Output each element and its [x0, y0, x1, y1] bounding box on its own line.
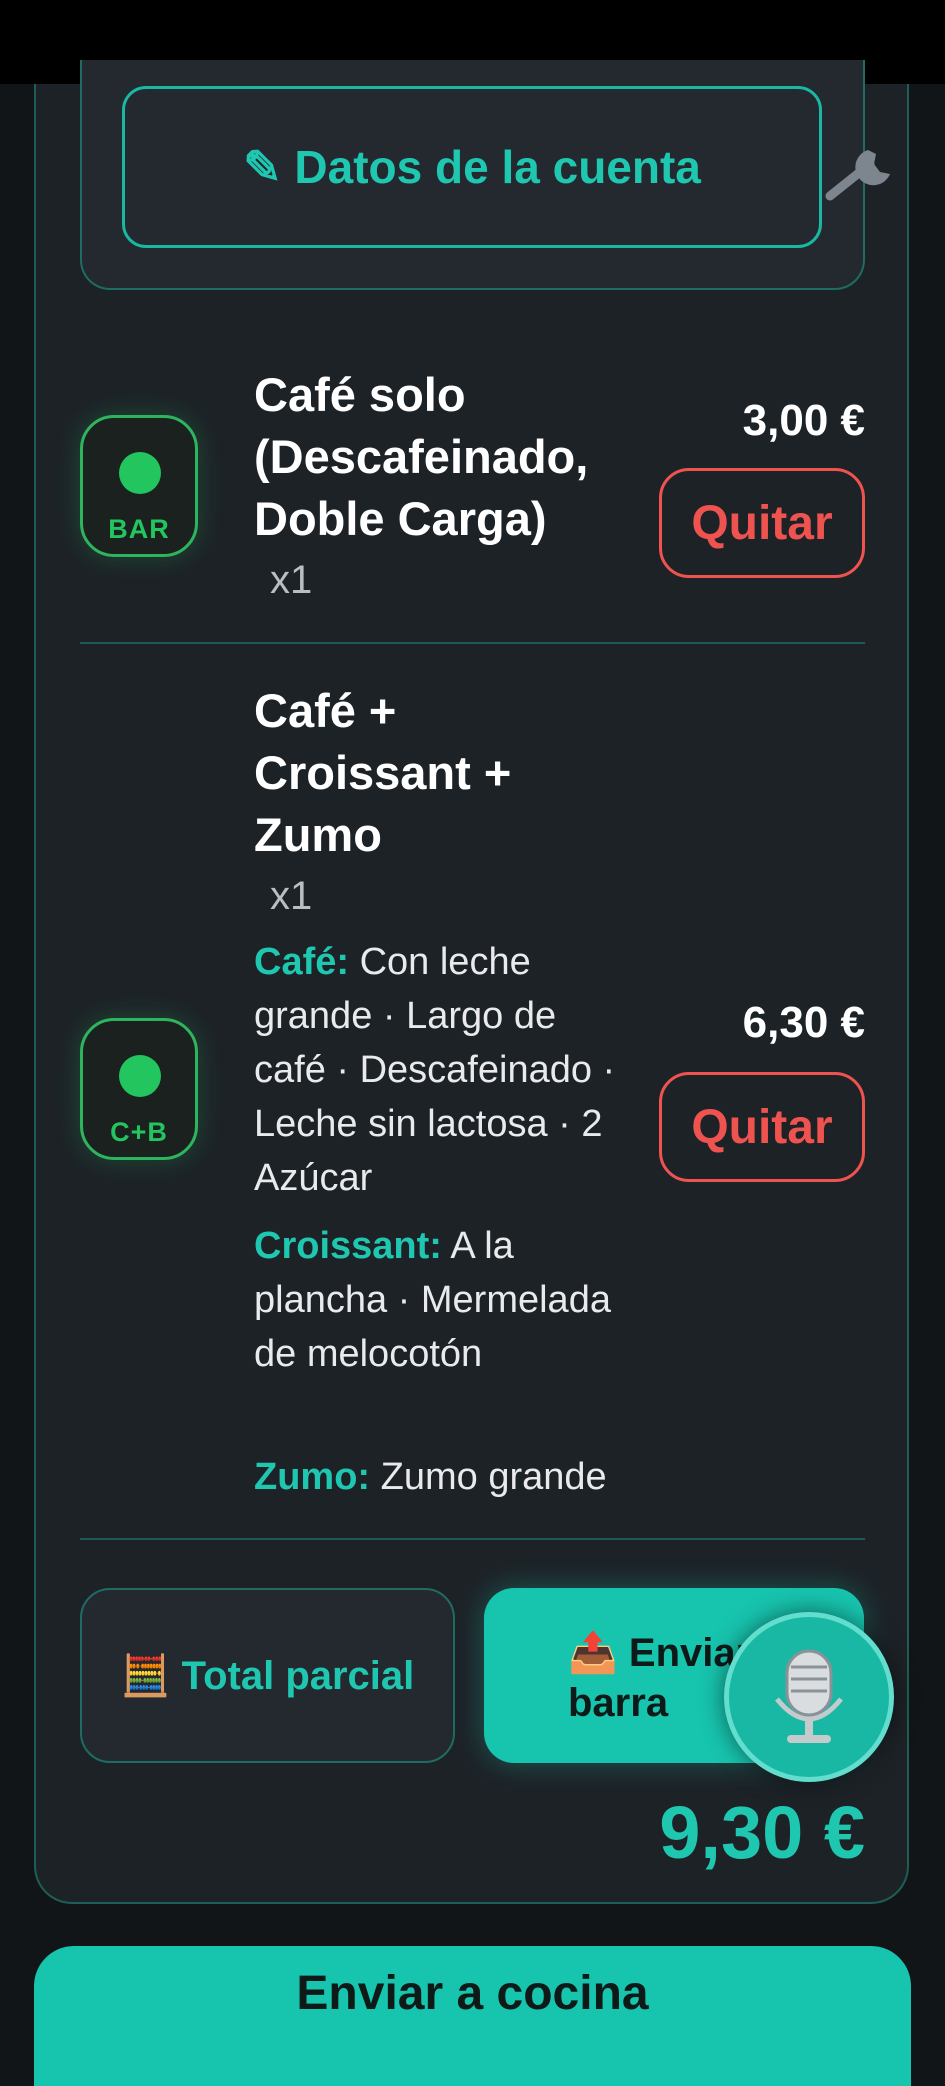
wrench-icon[interactable] [820, 136, 900, 206]
item-divider [80, 1538, 865, 1540]
option-key: Croissant: [254, 1225, 442, 1267]
option-value: Zumo grande [380, 1456, 607, 1498]
microphone-icon [775, 1649, 843, 1743]
remove-button[interactable]: Quitar [659, 468, 865, 578]
item-option-zumo: Zumo: Zumo grande [254, 1450, 674, 1504]
order-total: 9,30 € [659, 1791, 865, 1874]
item-quantity: x1 [270, 874, 313, 918]
item-option-croissant: Croissant: A la plancha · Mermelada de m… [254, 1219, 634, 1381]
status-dot [119, 452, 161, 494]
station-tag: C+B [110, 1117, 168, 1147]
send-to-kitchen-label: Enviar a cocina [296, 1967, 649, 2020]
item-price: 3,00 € [742, 396, 865, 445]
account-data-button[interactable]: ✎ Datos de la cuenta [122, 86, 822, 248]
order-item: BAR Café solo (Descafeinado, Doble Carga… [80, 360, 865, 620]
microphone-button[interactable] [724, 1612, 894, 1782]
status-dot [119, 1055, 161, 1097]
remove-button[interactable]: Quitar [659, 1072, 865, 1182]
option-key: Café: [254, 941, 350, 983]
account-data-label: ✎ Datos de la cuenta [243, 141, 701, 193]
option-key: Zumo: [254, 1456, 371, 1498]
item-name: Café solo (Descafeinado, Doble Carga) [254, 368, 589, 545]
subtotal-label: 🧮 Total parcial [120, 1654, 415, 1698]
item-quantity: x1 [270, 558, 313, 602]
station-badge: BAR [80, 415, 198, 557]
item-name: Café + Croissant + Zumo [254, 684, 512, 861]
item-divider [80, 642, 865, 644]
item-option-cafe: Café: Con leche grande · Largo de café ·… [254, 935, 634, 1205]
send-to-kitchen-button[interactable]: Enviar a cocina [34, 1946, 911, 2086]
station-tag: BAR [108, 514, 170, 544]
subtotal-button[interactable]: 🧮 Total parcial [80, 1588, 455, 1763]
item-price: 6,30 € [742, 998, 865, 1047]
station-badge: C+B [80, 1018, 198, 1160]
